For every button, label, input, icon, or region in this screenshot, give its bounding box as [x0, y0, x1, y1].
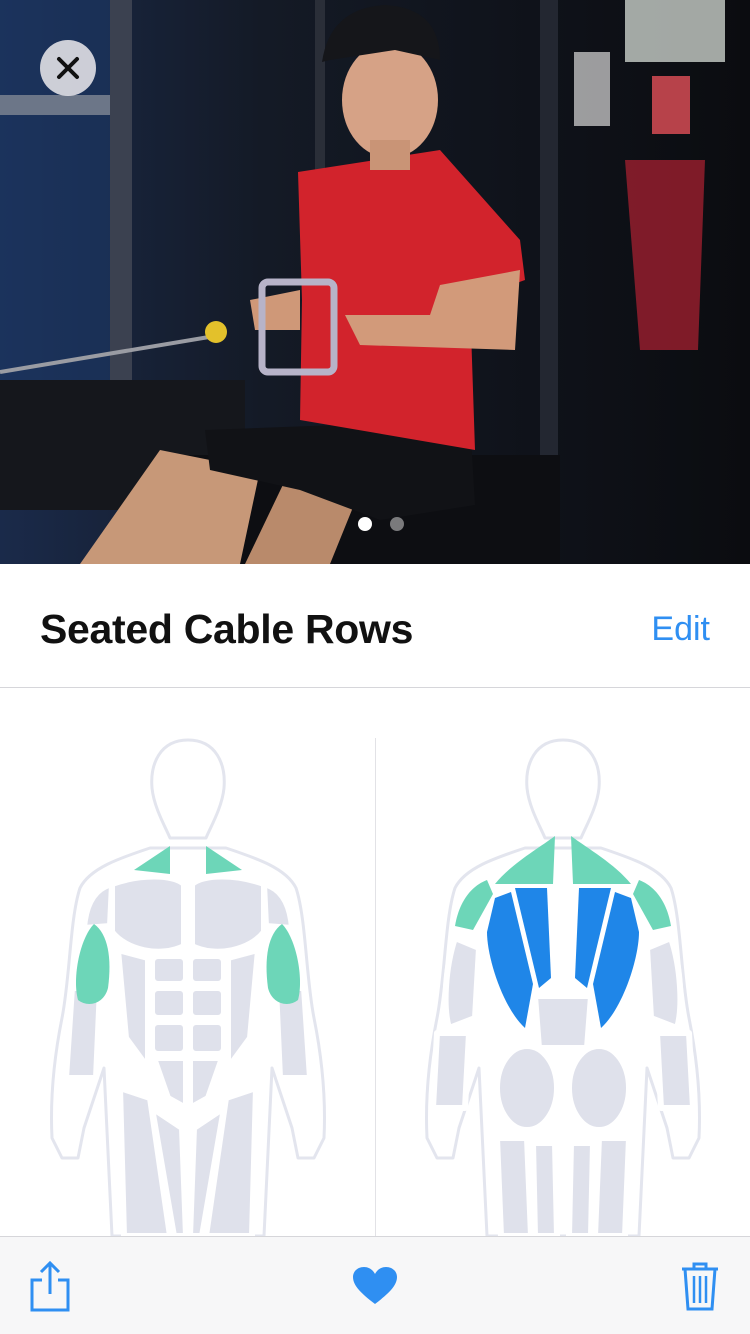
muscle-map [0, 688, 750, 1236]
exercise-title: Seated Cable Rows [40, 606, 414, 652]
page-dot-1[interactable] [358, 517, 372, 531]
share-button[interactable] [20, 1237, 80, 1334]
close-button[interactable] [40, 40, 96, 96]
back-body-diagram [424, 738, 702, 1236]
edit-button[interactable]: Edit [651, 610, 710, 649]
page-dot-2[interactable] [390, 517, 404, 531]
favorite-button[interactable] [345, 1237, 405, 1334]
title-bar: Seated Cable Rows Edit [0, 564, 750, 688]
page-indicator[interactable] [0, 517, 750, 531]
share-icon [30, 1260, 70, 1312]
bottom-toolbar [0, 1236, 750, 1334]
close-icon [57, 57, 79, 79]
trash-icon [682, 1262, 718, 1311]
exercise-photo[interactable] [0, 0, 750, 564]
front-body-diagram [49, 738, 327, 1236]
exercise-photo-illustration [0, 0, 750, 564]
delete-button[interactable] [670, 1237, 730, 1334]
heart-icon [353, 1267, 397, 1304]
